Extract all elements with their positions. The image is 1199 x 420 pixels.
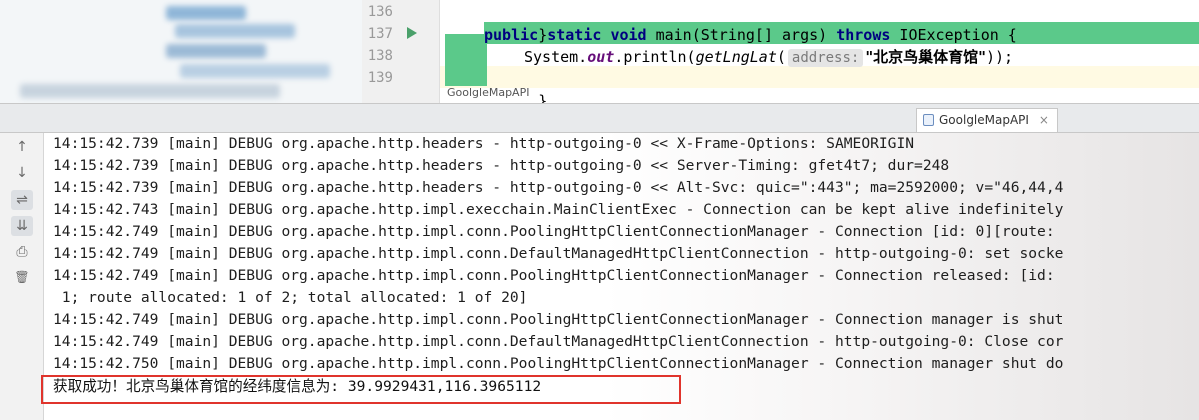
code-area[interactable]: } public static void main(String[] args)… — [440, 0, 1199, 103]
log-line: 14:15:42.750 [main] DEBUG org.apache.htt… — [53, 355, 1064, 372]
parameter-hint: address: — [787, 49, 864, 67]
selection-highlight — [445, 34, 487, 86]
scroll-down-icon[interactable]: ↓ — [11, 163, 33, 183]
log-line: 14:15:42.749 [main] DEBUG org.apache.htt… — [53, 223, 1055, 240]
run-tab-label: GoolgleMapAPI — [939, 113, 1029, 127]
run-icon[interactable] — [407, 27, 417, 39]
scroll-to-end-icon[interactable]: ⇊ — [11, 216, 33, 236]
line-number: 138 — [367, 48, 393, 64]
log-line: 14:15:42.749 [main] DEBUG org.apache.htt… — [53, 333, 1064, 350]
log-line: 14:15:42.739 [main] DEBUG org.apache.htt… — [53, 179, 1064, 196]
run-toolbar: ↑ ↓ ⇌ ⇊ ⎙ 🗑 — [0, 133, 44, 420]
run-config-icon — [923, 114, 934, 126]
project-panel-blurred — [0, 0, 362, 103]
code-line-136: } — [538, 26, 548, 44]
code-line-138: System.out.println(getLngLat(address: "北京… — [524, 48, 1014, 67]
log-line: 14:15:42.743 [main] DEBUG org.apache.htt… — [53, 201, 1064, 218]
trash-icon[interactable]: 🗑 — [11, 267, 33, 287]
line-number-gutter: 136 137 138 139 — [362, 0, 440, 103]
log-line: 14:15:42.739 [main] DEBUG org.apache.htt… — [53, 135, 915, 152]
run-window-header: GoolgleMapAPI × — [0, 103, 1199, 133]
line-number: 136 — [367, 4, 393, 20]
log-line: 1; route allocated: 1 of 2; total alloca… — [53, 289, 528, 306]
soft-wrap-icon[interactable]: ⇌ — [11, 190, 33, 210]
close-icon[interactable]: × — [1039, 109, 1049, 131]
log-line: 14:15:42.749 [main] DEBUG org.apache.htt… — [53, 311, 1064, 328]
log-line: 14:15:42.749 [main] DEBUG org.apache.htt… — [53, 245, 1064, 262]
result-highlight-box — [41, 375, 681, 404]
code-line-137: public static void main(String[] args) t… — [484, 26, 1017, 44]
log-line: 14:15:42.749 [main] DEBUG org.apache.htt… — [53, 267, 1055, 284]
run-tab[interactable]: GoolgleMapAPI × — [916, 108, 1058, 132]
line-number: 137 — [367, 26, 393, 42]
current-line-highlight — [440, 66, 1199, 88]
editor-breadcrumb[interactable]: GoolgleMapAPI — [447, 86, 529, 99]
code-editor: 136 137 138 139 } public static void mai… — [0, 0, 1199, 103]
log-line: 14:15:42.739 [main] DEBUG org.apache.htt… — [53, 157, 950, 174]
line-number: 139 — [367, 70, 393, 86]
print-icon[interactable]: ⎙ — [11, 242, 33, 262]
scroll-up-icon[interactable]: ↑ — [11, 137, 33, 157]
